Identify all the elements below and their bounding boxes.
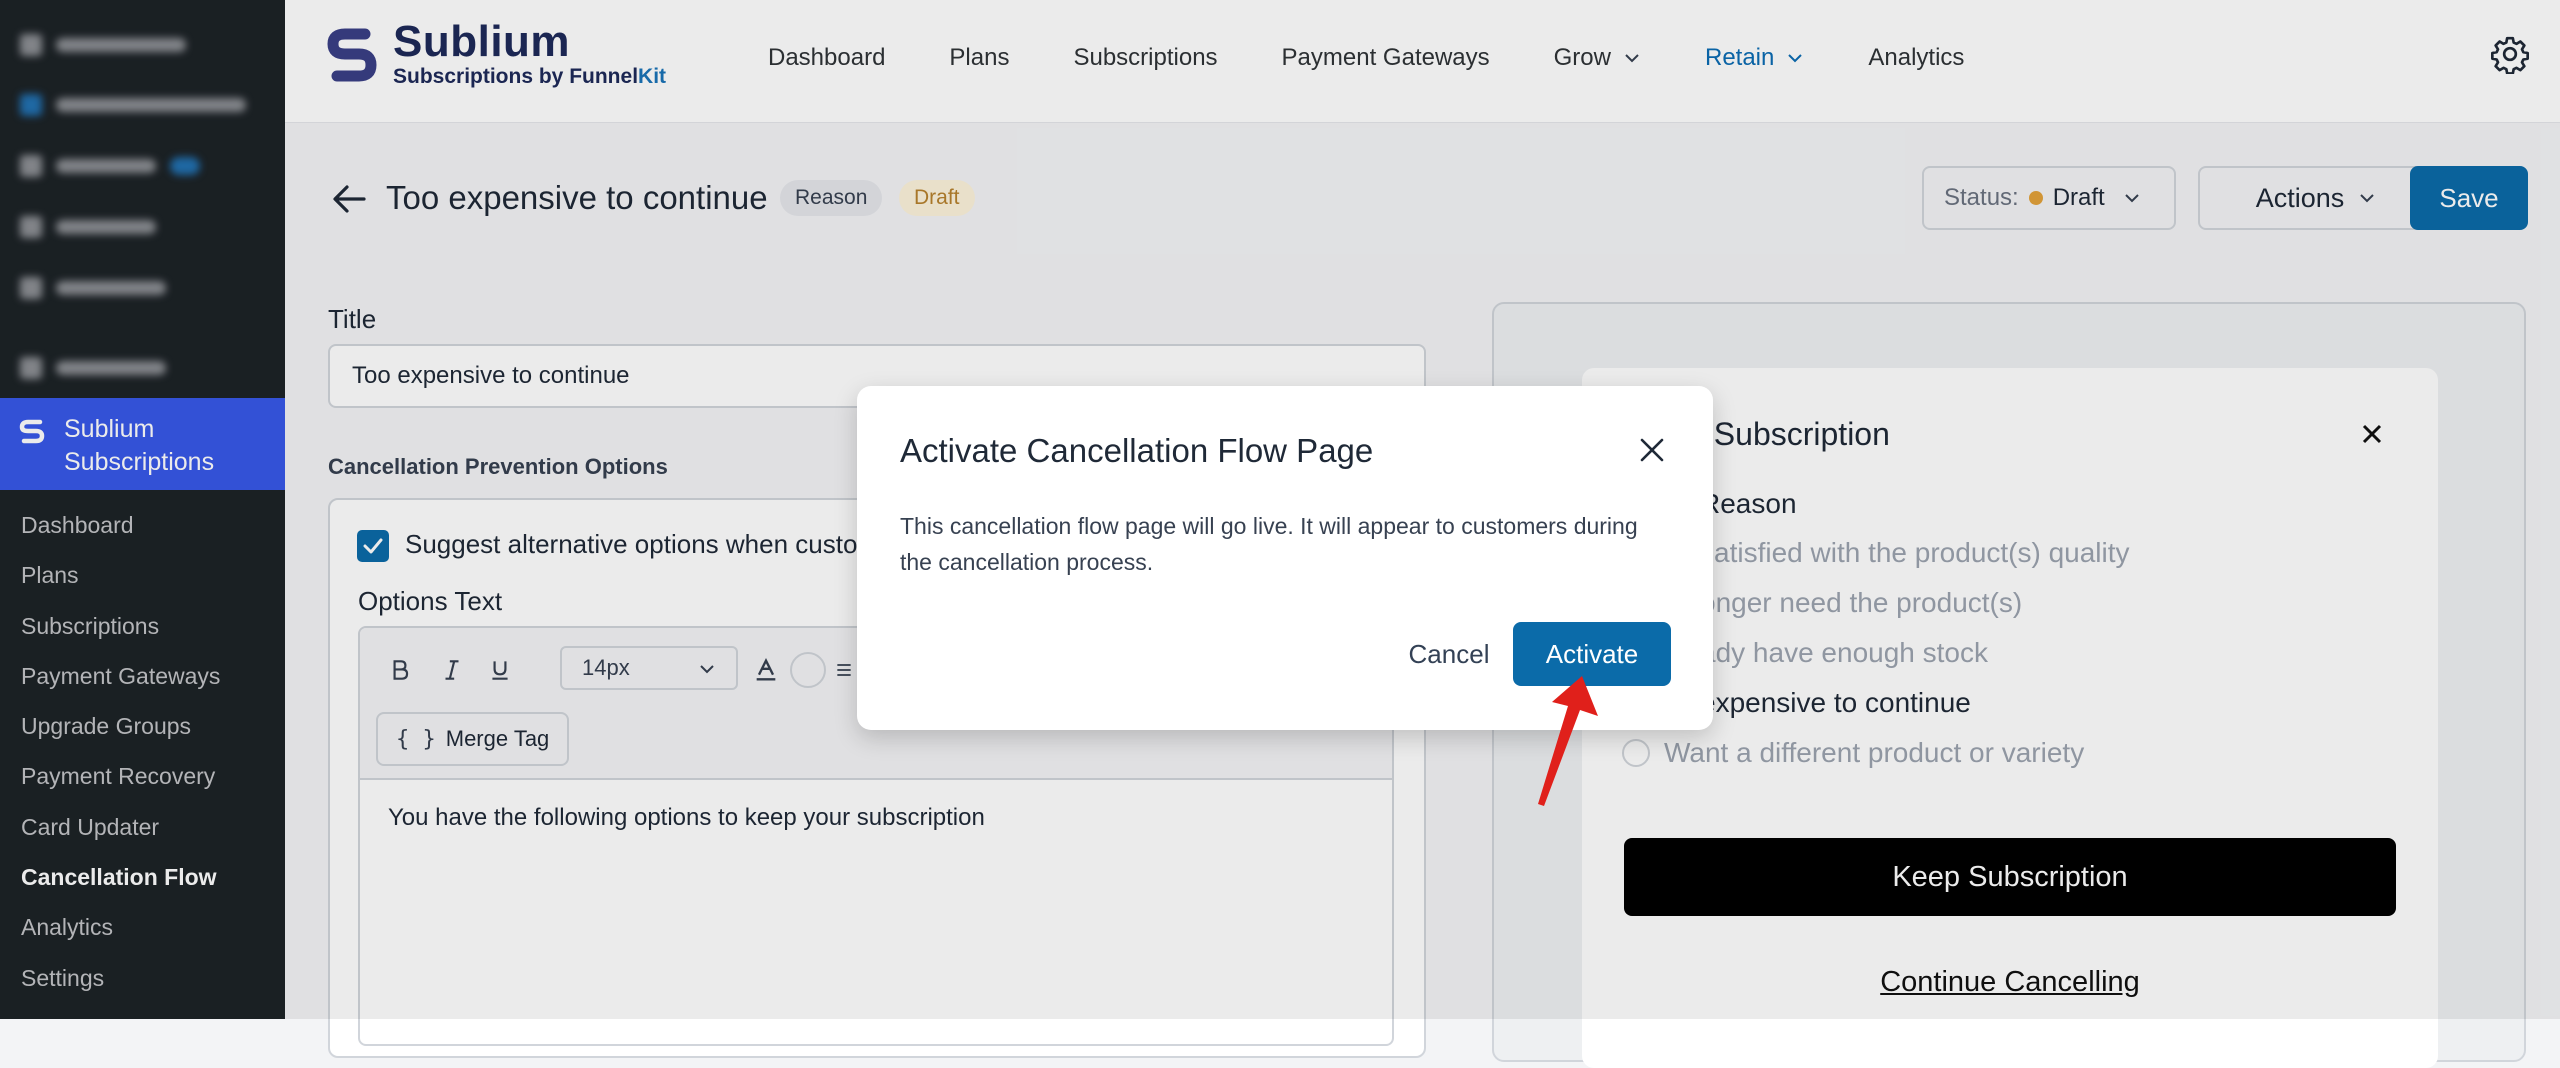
annotation-arrow-icon <box>1538 676 1598 806</box>
close-icon[interactable] <box>1634 432 1670 468</box>
dialog-title: Activate Cancellation Flow Page <box>900 432 1374 469</box>
cancel-button[interactable]: Cancel <box>1379 622 1519 686</box>
dialog-message: This cancellation flow page will go live… <box>900 513 1638 575</box>
